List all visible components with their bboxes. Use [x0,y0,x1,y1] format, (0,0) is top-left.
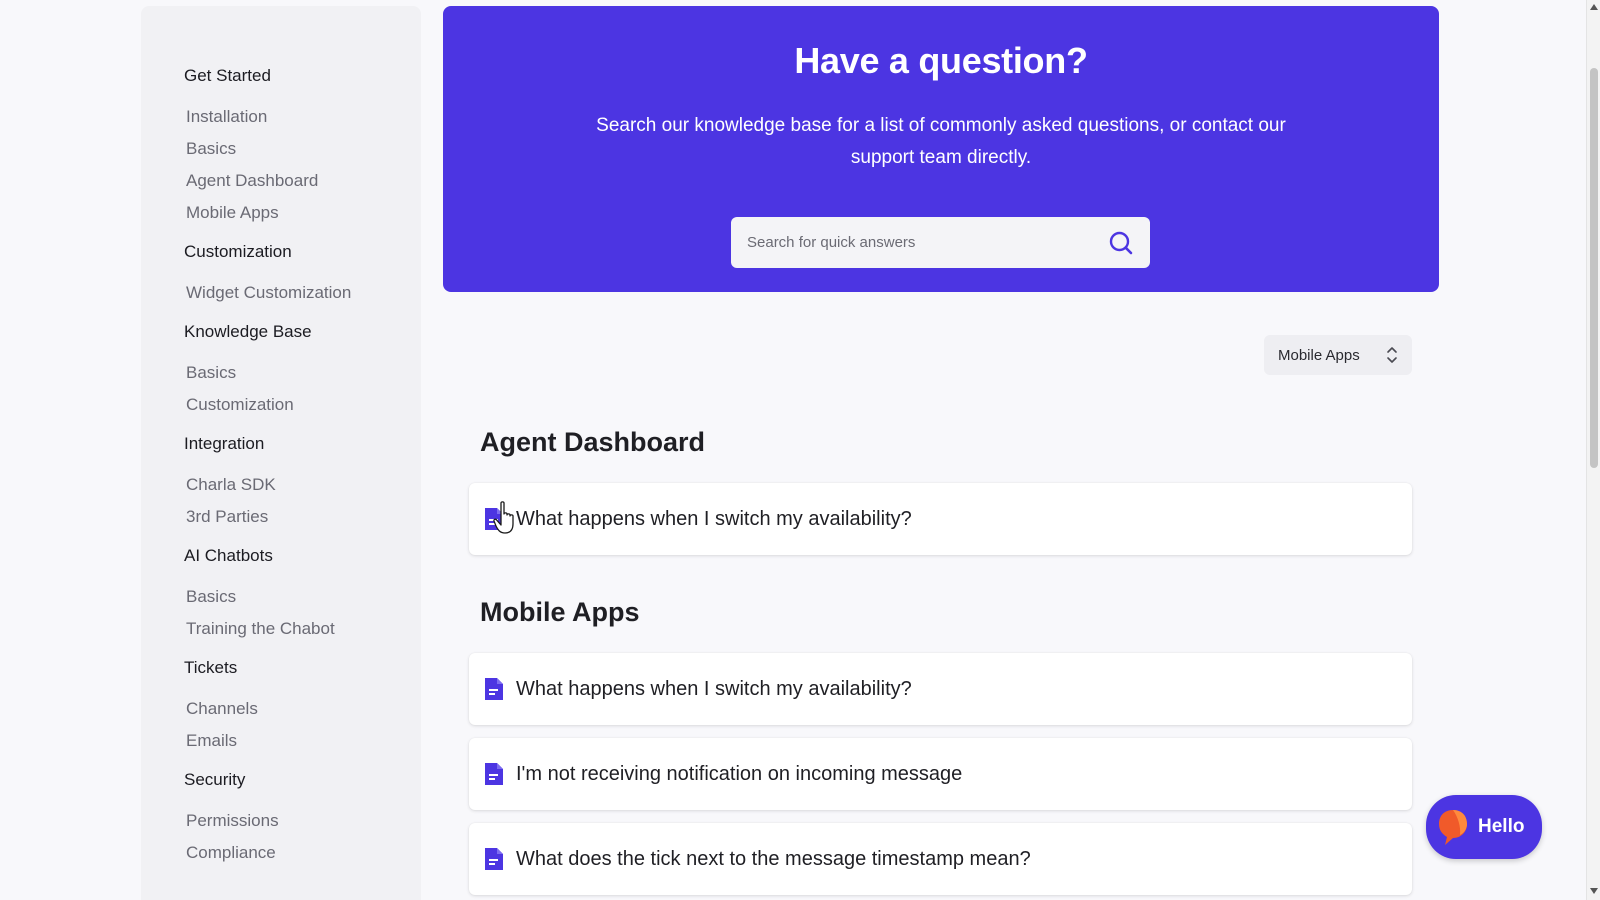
nav-heading-knowledge-base[interactable]: Knowledge Base [141,317,421,347]
chat-launcher-label: Hello [1478,816,1525,837]
nav-heading-integration[interactable]: Integration [141,429,421,459]
scroll-up-arrow-icon[interactable] [1590,4,1598,10]
hero-subtitle: Search our knowledge base for a list of … [596,115,1286,168]
search-input[interactable] [747,234,1108,251]
nav-section-security: Security Permissions Compliance [141,765,421,869]
nav-heading-customization[interactable]: Customization [141,237,421,267]
chat-logo-icon [1439,810,1467,845]
sidebar-item-basics[interactable]: Basics [141,133,421,165]
article-title: I'm not receiving notification on incomi… [516,762,963,785]
article-title: What does the tick next to the message t… [516,847,1031,870]
nav-heading-tickets[interactable]: Tickets [141,653,421,683]
sidebar-item-kb-customization[interactable]: Customization [141,389,421,421]
sidebar-item-widget-customization[interactable]: Widget Customization [141,277,421,309]
article-card[interactable]: I'm not receiving notification on incomi… [469,738,1412,810]
hero-banner: Have a question? Search our knowledge ba… [443,6,1439,292]
article-card[interactable]: What happens when I switch my availabili… [469,653,1412,725]
nav-section-get-started: Get Started Installation Basics Agent Da… [141,61,421,229]
article-card[interactable]: What does the tick next to the message t… [469,823,1412,895]
chevron-up-down-icon [1387,347,1397,363]
article-title: What happens when I switch my availabili… [516,507,912,530]
nav-heading-get-started[interactable]: Get Started [141,61,421,91]
nav-section-integration: Integration Charla SDK 3rd Parties [141,429,421,533]
sidebar-item-mobile-apps[interactable]: Mobile Apps [141,197,421,229]
section-title-mobile-apps: Mobile Apps [480,597,640,627]
sidebar-item-ai-basics[interactable]: Basics [141,581,421,613]
article-card[interactable]: What happens when I switch my availabili… [469,483,1412,555]
sidebar-item-agent-dashboard[interactable]: Agent Dashboard [141,165,421,197]
nav-section-tickets: Tickets Channels Emails [141,653,421,757]
scroll-down-arrow-icon[interactable] [1590,888,1598,894]
category-select-value: Mobile Apps [1278,346,1360,364]
search-box [731,217,1150,268]
document-icon [485,763,503,785]
nav-section-knowledge-base: Knowledge Base Basics Customization [141,317,421,421]
category-select[interactable]: Mobile Apps [1264,335,1412,375]
sidebar-item-training-chatbot[interactable]: Training the Chabot [141,613,421,645]
scroll-thumb[interactable] [1590,68,1598,468]
sidebar-nav: Get Started Installation Basics Agent Da… [141,6,421,900]
sidebar-item-compliance[interactable]: Compliance [141,837,421,869]
sidebar-item-installation[interactable]: Installation [141,101,421,133]
article-title: What happens when I switch my availabili… [516,677,912,700]
sidebar-item-emails[interactable]: Emails [141,725,421,757]
document-icon [485,848,503,870]
nav-heading-security[interactable]: Security [141,765,421,795]
chat-launcher-button[interactable]: Hello [1426,795,1542,859]
sidebar-item-kb-basics[interactable]: Basics [141,357,421,389]
search-icon[interactable] [1108,230,1134,256]
page-scrollbar[interactable] [1586,0,1600,900]
hand-cursor-icon [493,501,514,534]
nav-heading-ai-chatbots[interactable]: AI Chatbots [141,541,421,571]
section-title-agent-dashboard: Agent Dashboard [480,427,706,457]
nav-section-customization: Customization Widget Customization [141,237,421,309]
sidebar-item-charla-sdk[interactable]: Charla SDK [141,469,421,501]
sidebar-item-channels[interactable]: Channels [141,693,421,725]
sidebar-item-permissions[interactable]: Permissions [141,805,421,837]
sidebar-item-3rd-parties[interactable]: 3rd Parties [141,501,421,533]
hero-title: Have a question? [794,40,1088,81]
document-icon [485,678,503,700]
nav-section-ai-chatbots: AI Chatbots Basics Training the Chabot [141,541,421,645]
